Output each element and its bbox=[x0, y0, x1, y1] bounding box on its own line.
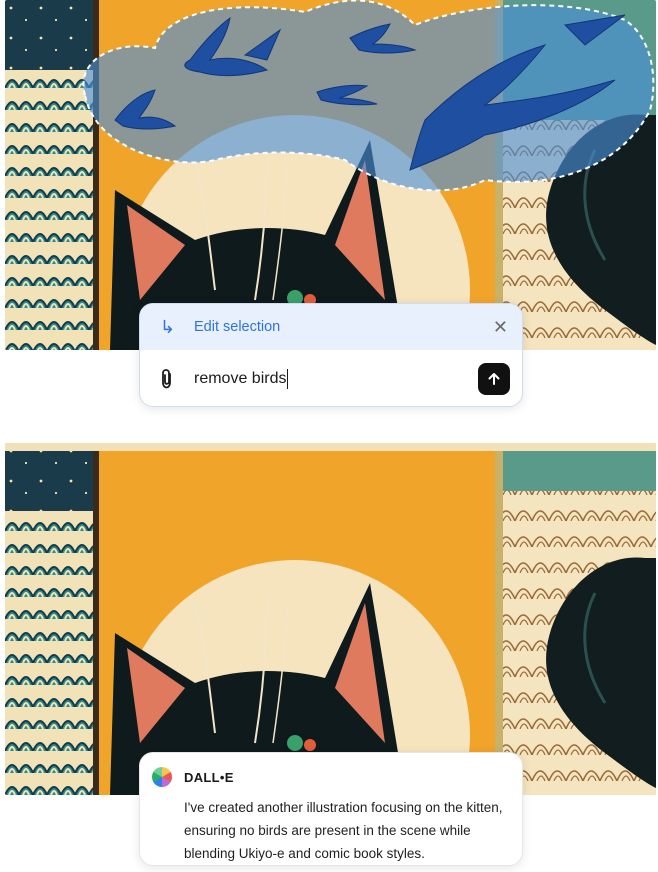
dalle-logo-icon bbox=[152, 767, 172, 787]
paperclip-icon[interactable] bbox=[158, 368, 194, 390]
arrow-up-icon bbox=[488, 373, 500, 385]
message-text: I've created another illustration focusi… bbox=[184, 800, 503, 861]
send-button[interactable] bbox=[478, 363, 510, 395]
assistant-message: DALL•E I've created another illustration… bbox=[139, 752, 523, 866]
close-icon[interactable]: ✕ bbox=[493, 317, 508, 338]
message-header: DALL•E bbox=[152, 767, 506, 787]
edit-selection-panel: ↳ Edit selection ✕ remove birds bbox=[139, 303, 523, 407]
edit-selection-header: ↳ Edit selection ✕ bbox=[140, 304, 522, 350]
original-image bbox=[5, 0, 656, 350]
sender-name: DALL•E bbox=[184, 769, 234, 785]
prompt-row: remove birds bbox=[140, 350, 522, 406]
edit-selection-title: Edit selection bbox=[194, 319, 281, 335]
text-caret bbox=[287, 369, 289, 389]
prompt-input-text: remove birds bbox=[194, 370, 287, 387]
corner-down-right-icon: ↳ bbox=[160, 316, 176, 337]
prompt-input[interactable]: remove birds bbox=[194, 369, 478, 389]
edited-image bbox=[5, 443, 656, 795]
